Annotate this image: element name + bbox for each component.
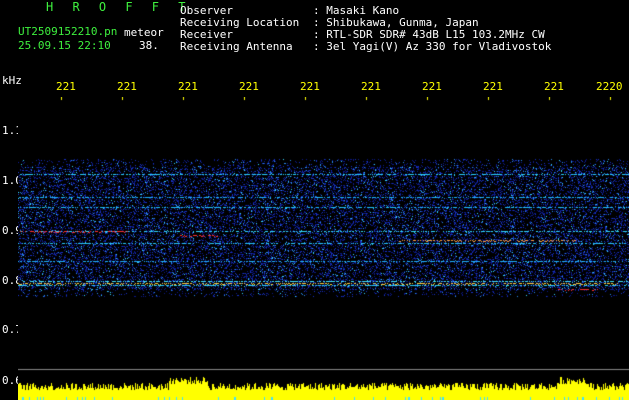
count-label: 38. — [139, 39, 159, 52]
spectrogram-plot — [18, 97, 629, 400]
antenna-label: Receiving Antenna — [180, 40, 293, 53]
x-tick: 221 — [361, 80, 381, 93]
file-name: UT2509152210.pn — [18, 25, 118, 38]
x-tick: 2220 — [596, 80, 623, 93]
x-tick: 221 — [422, 80, 442, 93]
app-brand: H R O F F T — [46, 0, 192, 14]
mode-label: meteor — [124, 26, 164, 39]
x-tick: 221 — [544, 80, 564, 93]
x-tick: 221 — [300, 80, 320, 93]
datetime-label: 25.09.15 22:10 — [18, 39, 111, 52]
x-tick: 221 — [117, 80, 137, 93]
x-tick: 221 — [483, 80, 503, 93]
x-tick: 221 — [56, 80, 76, 93]
antenna-value: : 3el Yagi(V) Az 330 for Vladivostok — [313, 40, 552, 53]
x-tick: 221 — [178, 80, 198, 93]
x-tick: 221 — [239, 80, 259, 93]
y-axis-unit: kHz — [2, 74, 22, 87]
